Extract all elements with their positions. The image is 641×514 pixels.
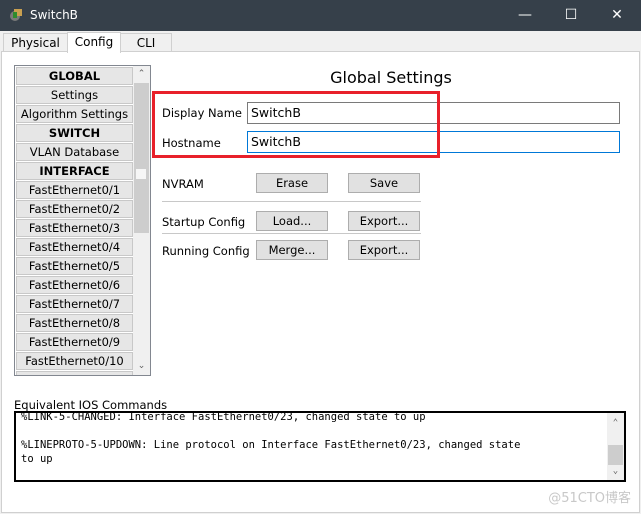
console-line: to up bbox=[21, 453, 53, 465]
scrollbar-thumb[interactable] bbox=[608, 445, 623, 465]
console-scrollbar[interactable]: ⌃ ⌄ bbox=[607, 413, 624, 480]
tab-cli[interactable]: CLI bbox=[120, 33, 172, 52]
erase-button[interactable]: Erase bbox=[256, 173, 328, 193]
sidebar-item[interactable]: FastEthernet0/4 bbox=[16, 238, 133, 256]
ios-commands-console[interactable]: %LINK-5-CHANGED: Interface FastEthernet0… bbox=[14, 411, 626, 482]
hostname-label: Hostname bbox=[162, 136, 221, 150]
window-title: SwitchB bbox=[30, 8, 78, 22]
display-name-label: Display Name bbox=[162, 106, 242, 120]
watermark: @51CTO博客 bbox=[548, 491, 631, 506]
console-line: %LINEPROTO-5-UPDOWN: Line protocol on In… bbox=[21, 439, 521, 451]
minimize-button[interactable]: — bbox=[502, 0, 548, 31]
nvram-label: NVRAM bbox=[162, 177, 204, 191]
scrollbar-thumb[interactable] bbox=[134, 83, 149, 233]
divider bbox=[162, 233, 421, 234]
sidebar-item[interactable]: FastEthernet0/3 bbox=[16, 219, 133, 237]
hostname-input[interactable]: SwitchB bbox=[247, 131, 620, 153]
display-name-input[interactable]: SwitchB bbox=[247, 102, 620, 124]
sidebar-item[interactable]: Settings bbox=[16, 86, 133, 104]
sidebar-section-header: INTERFACE bbox=[16, 162, 133, 180]
sidebar-item[interactable]: FastEthernet0/7 bbox=[16, 295, 133, 313]
scroll-up-icon[interactable]: ⌃ bbox=[607, 415, 624, 432]
sidebar-section-header: SWITCH bbox=[16, 124, 133, 142]
sidebar-list: FastEthernet0/10 FastEthernet0/9 FastEther… bbox=[14, 65, 151, 376]
switch-app-icon bbox=[10, 9, 22, 21]
maximize-button[interactable]: ☐ bbox=[548, 0, 594, 31]
page-title: Global Settings bbox=[330, 68, 452, 87]
sidebar-section-header: GLOBAL bbox=[16, 67, 133, 85]
sidebar-scrollbar[interactable]: ⌃ ⌄ bbox=[133, 66, 150, 375]
sidebar-item[interactable]: FastEthernet0/10 bbox=[16, 352, 133, 370]
console-line: %LINK-5-CHANGED: Interface FastEthernet0… bbox=[21, 411, 426, 423]
sidebar-item[interactable]: FastEthernet0/8 bbox=[16, 314, 133, 332]
close-button[interactable]: ✕ bbox=[594, 0, 640, 31]
merge-button[interactable]: Merge... bbox=[256, 240, 328, 260]
scroll-down-icon[interactable]: ⌄ bbox=[133, 358, 150, 375]
sidebar-item[interactable]: VLAN Database bbox=[16, 143, 133, 161]
sidebar-item[interactable]: Algorithm Settings bbox=[16, 105, 133, 123]
divider bbox=[162, 201, 421, 202]
sidebar-item[interactable]: FastEthernet0/5 bbox=[16, 257, 133, 275]
tab-physical[interactable]: Physical bbox=[3, 33, 68, 52]
running-export-button[interactable]: Export... bbox=[348, 240, 420, 260]
sidebar-item[interactable]: FastEthernet0/9 bbox=[16, 333, 133, 351]
running-config-label: Running Config bbox=[162, 244, 250, 258]
save-button[interactable]: Save bbox=[348, 173, 420, 193]
sidebar-item[interactable]: FastEthernet0/2 bbox=[16, 200, 133, 218]
scroll-down-icon[interactable]: ⌄ bbox=[607, 463, 624, 480]
ios-commands-label: Equivalent IOS Commands bbox=[14, 398, 168, 412]
scroll-up-icon[interactable]: ⌃ bbox=[133, 66, 150, 83]
sidebar-item[interactable]: FastEthernet0/1 bbox=[16, 181, 133, 199]
sidebar-item[interactable] bbox=[16, 371, 133, 375]
sidebar-item[interactable]: FastEthernet0/6 bbox=[16, 276, 133, 294]
title-bar: SwitchB — ☐ ✕ bbox=[0, 0, 641, 31]
startup-export-button[interactable]: Export... bbox=[348, 211, 420, 231]
load-button[interactable]: Load... bbox=[256, 211, 328, 231]
startup-config-label: Startup Config bbox=[162, 215, 246, 229]
tab-config[interactable]: Config bbox=[67, 32, 121, 53]
